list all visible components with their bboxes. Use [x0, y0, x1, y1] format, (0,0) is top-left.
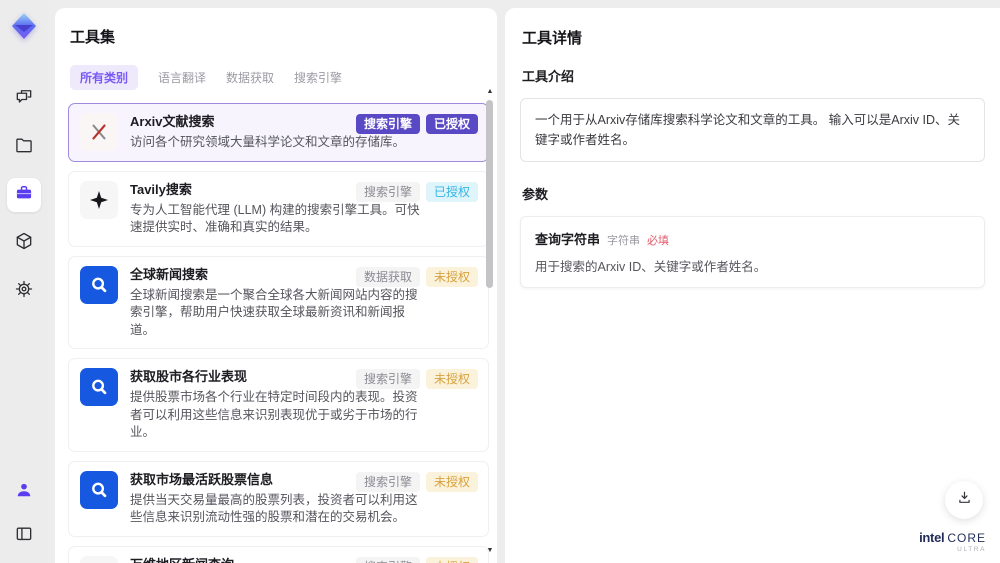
list-scrollbar[interactable]: ▲ ▼ [485, 88, 495, 555]
page-title: 工具集 [70, 29, 116, 46]
sidebar-item-account[interactable] [7, 475, 41, 509]
folder-icon [14, 135, 34, 160]
category-badge: 搜索引擎 [355, 369, 420, 389]
cube-icon [14, 231, 34, 256]
tool-description: 提供当天交易量最高的股票列表，投资者可以利用这些信息来识别流动性强的股票和潜在的… [130, 492, 418, 525]
intel-core-badge: intel CORE ULTRA [919, 530, 986, 553]
ultra-logo-text: ULTRA [957, 546, 986, 553]
sidebar-item-settings[interactable] [7, 274, 41, 308]
category-badge: 搜索引擎 [355, 114, 420, 134]
search-blue-icon [80, 368, 118, 406]
sidebar-item-packages[interactable] [7, 226, 41, 260]
user-icon [14, 480, 34, 505]
left-icon-rail [0, 0, 47, 563]
tab-data-fetch[interactable]: 数据获取 [226, 65, 274, 90]
panel-toggle-icon [14, 524, 34, 549]
tool-description: 全球新闻搜索是一个聚合全球各大新闻网站内容的搜索引擎，帮助用户快速获取全球最新资… [130, 287, 418, 337]
tab-language-translation[interactable]: 语言翻译 [158, 65, 206, 90]
params-section-title: 参数 [522, 187, 549, 202]
tool-intro-text: 一个用于从Arxiv存储库搜索科学论文和文章的工具。 输入可以是Arxiv ID… [520, 98, 985, 162]
tool-description: 专为人工智能代理 (LLM) 构建的搜索引擎工具。可快速提供实时、准确和真实的结… [130, 202, 420, 235]
download-button[interactable] [945, 481, 983, 519]
category-tabs: 所有类别 语言翻译 数据获取 搜索引擎 [70, 65, 485, 90]
app-logo-diamond-icon [8, 10, 40, 42]
download-icon [956, 489, 973, 511]
auth-status-badge: 未授权 [425, 471, 478, 492]
param-type: 字符串 [607, 235, 641, 247]
tool-badges: 数据获取 未授权 [355, 266, 478, 287]
category-badge: 搜索引擎 [355, 556, 420, 563]
tool-badges: 搜索引擎 已授权 [355, 114, 478, 134]
param-required-flag: 必填 [647, 235, 670, 247]
sidebar-item-files[interactable] [7, 130, 41, 164]
chat-icon [14, 87, 34, 112]
category-badge: 数据获取 [355, 266, 420, 287]
scroll-down-arrow-icon[interactable]: ▼ [485, 547, 495, 555]
scrollbar-thumb[interactable] [486, 100, 493, 288]
intel-logo-text: intel [919, 530, 945, 545]
tool-card-stock-sector-performance[interactable]: 获取股市各行业表现 提供股票市场各个行业在特定时间段内的表现。投资者可以利用这些信… [68, 358, 489, 452]
auth-status-badge: 未授权 [425, 556, 478, 563]
param-card-query-string: 查询字符串 字符串 必填用于搜索的Arxiv ID、关键字或作者姓名。 [520, 216, 985, 288]
tool-badges: 搜索引擎未授权 [355, 471, 478, 492]
tool-badges: 搜索引擎 已授权 [355, 181, 478, 202]
core-logo-text: CORE [947, 531, 986, 545]
tool-description: 提供股票市场各个行业在特定时间段内的表现。投资者可以利用这些信息来识别表现优于或… [130, 390, 418, 439]
tavily-icon [80, 180, 118, 219]
sidebar-item-chat[interactable] [7, 82, 41, 116]
tool-card-global-news-search[interactable]: 全球新闻搜索 全球新闻搜索是一个聚合全球各大新闻网站内容的搜索引擎，帮助用户快速获… [68, 255, 489, 349]
tool-card-most-active-stocks[interactable]: 获取市场最活跃股票信息 提供当天交易量最高的股票列表，投资者可以利用这些信息来识别… [68, 460, 489, 537]
auth-status-badge: 未授权 [425, 369, 478, 389]
auth-status-badge: 已授权 [425, 114, 478, 134]
detail-title: 工具详情 [522, 30, 583, 47]
tab-search-engine[interactable]: 搜索引擎 [294, 65, 342, 90]
intro-section-title: 工具介绍 [522, 69, 575, 84]
auth-status-badge: 未授权 [425, 266, 478, 287]
tool-card-arxiv-search[interactable]: Arxiv文献搜索 访问各个研究领域大量科学论文和文章的存储库。 搜索引擎 已授权 [68, 103, 489, 162]
tool-badges: 搜索引擎未授权 [355, 556, 478, 563]
tool-detail-panel: 工具详情 工具介绍 一个用于从Arxiv存储库搜索科学论文和文章的工具。 输入可… [505, 8, 1000, 563]
tool-card-list: Arxiv文献搜索 访问各个研究领域大量科学论文和文章的存储库。 搜索引擎 已授权 Ta… [68, 103, 489, 563]
gear-icon [14, 279, 34, 304]
category-badge: 搜索引擎 [355, 181, 420, 202]
briefcase-icon [14, 183, 34, 208]
category-badge: 搜索引擎 [355, 471, 420, 492]
search-blue-icon [80, 470, 118, 509]
tool-badges: 搜索引擎未授权 [355, 369, 478, 389]
tool-card-wanwei-regional-news[interactable]: 万维地区新闻查询查询具体行政区划内的新闻，快速了解各地新闻动态。搜索引擎未授权 [68, 545, 489, 563]
param-description: 用于搜索的Arxiv ID、关键字或作者姓名。 [535, 260, 767, 274]
sidebar-item-collapse[interactable] [7, 519, 41, 553]
tool-description: 访问各个研究领域大量科学论文和文章的存储库。 [130, 135, 406, 149]
sidebar-item-toolbox[interactable] [6, 178, 41, 212]
arxiv-icon [80, 113, 118, 151]
param-name: 查询字符串 [535, 232, 601, 247]
scroll-up-arrow-icon[interactable]: ▲ [485, 88, 495, 96]
tool-card-tavily-search[interactable]: Tavily搜索 专为人工智能代理 (LLM) 构建的搜索引擎工具。可快速提供实时… [68, 170, 489, 247]
tab-all-categories[interactable]: 所有类别 [70, 65, 139, 90]
auth-status-badge: 已授权 [425, 181, 478, 202]
search-blue-icon [80, 265, 118, 304]
news-icon [80, 555, 118, 563]
params-list: 查询字符串 字符串 必填用于搜索的Arxiv ID、关键字或作者姓名。 [520, 216, 985, 288]
tools-list-panel: 工具集 所有类别 语言翻译 数据获取 搜索引擎 Arxiv文献搜索 访问各个研究领域大量… [55, 8, 497, 563]
